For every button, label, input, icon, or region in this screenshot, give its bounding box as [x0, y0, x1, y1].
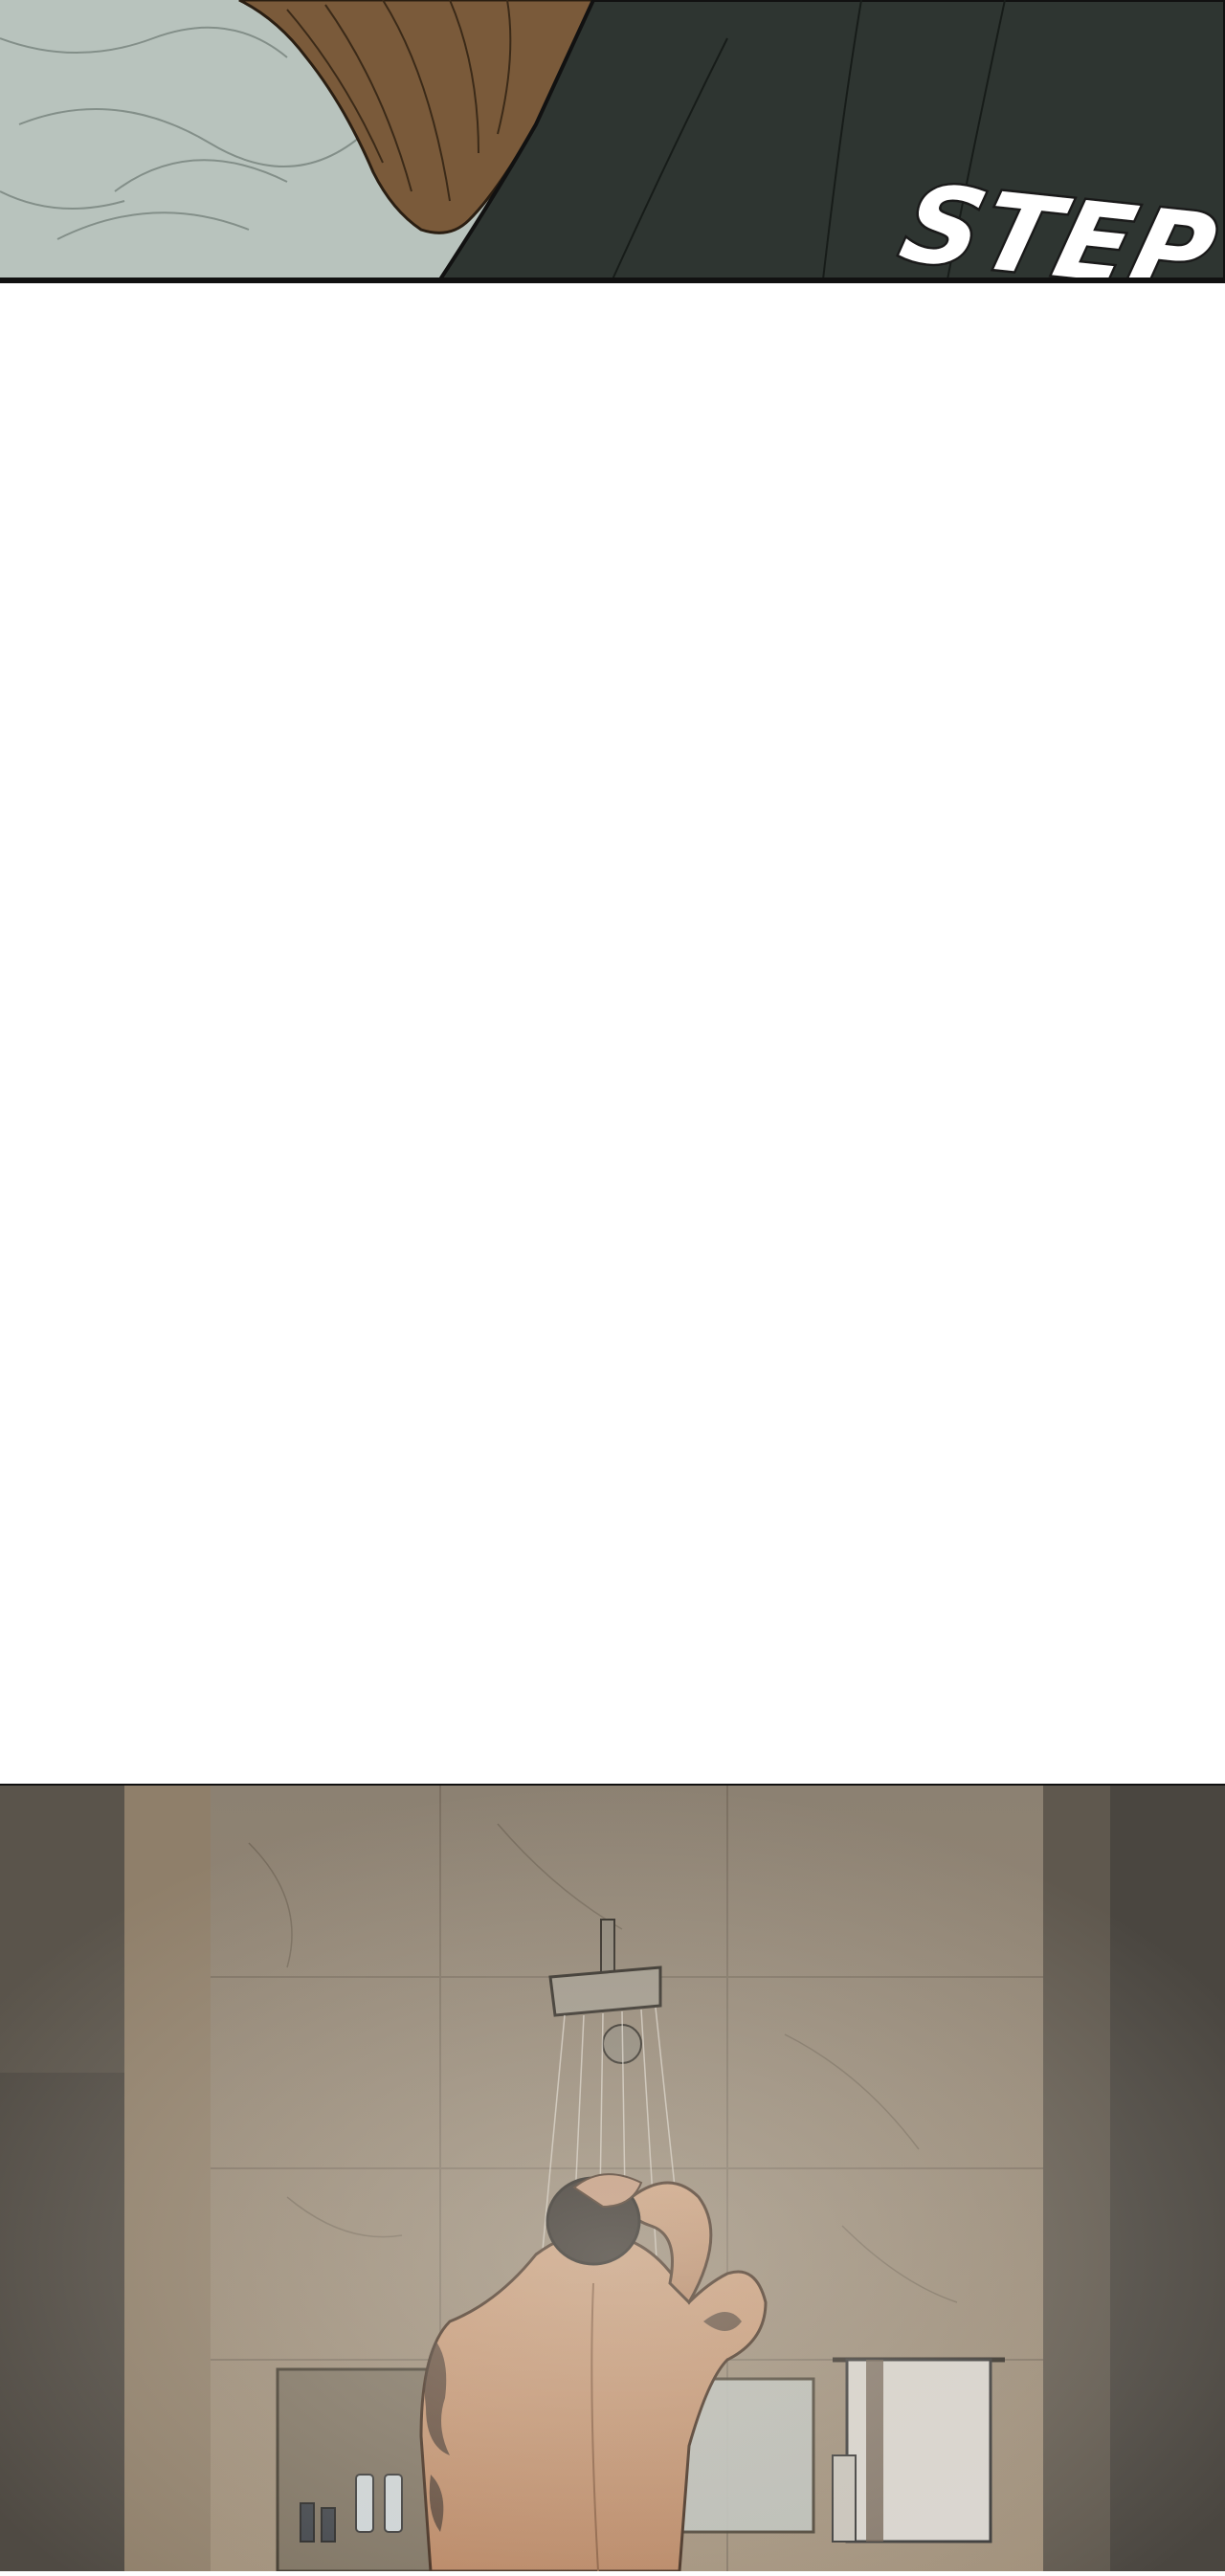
- comic-page: STEP: [0, 0, 1225, 2571]
- bottom-panel: [0, 1786, 1225, 2571]
- top-panel: STEP: [0, 0, 1225, 279]
- shower-scene-art: [0, 1786, 1225, 2571]
- panel-gutter: [0, 283, 1225, 1786]
